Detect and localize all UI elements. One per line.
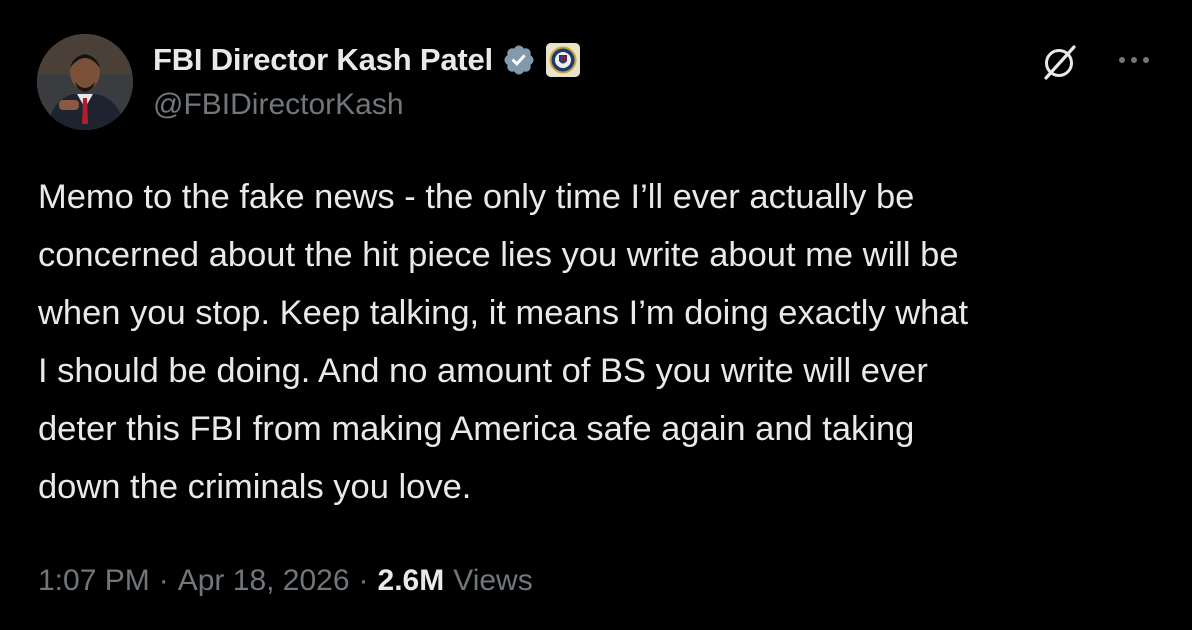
more-options-icon[interactable]: [1114, 52, 1154, 68]
tweet-card: FBI Director Kash Patel @FBIDirectorKash: [0, 0, 1192, 630]
views-count[interactable]: 2.6M: [378, 564, 445, 598]
verified-check-icon[interactable]: [502, 43, 536, 77]
meta-separator: ·: [158, 564, 169, 597]
avatar[interactable]: [37, 34, 133, 130]
meta-separator: ·: [358, 564, 369, 597]
avatar-photo-icon: [37, 34, 133, 130]
fbi-seal-icon[interactable]: [545, 43, 580, 77]
grok-icon[interactable]: [1040, 42, 1080, 82]
author-handle[interactable]: @FBIDirectorKash: [153, 88, 404, 122]
fbi-seal-graphic: [545, 43, 580, 77]
tweet-time[interactable]: 1:07 PM: [38, 564, 150, 598]
tweet-date[interactable]: Apr 18, 2026: [178, 564, 350, 598]
author-display-name[interactable]: FBI Director Kash Patel: [153, 42, 493, 78]
tweet-meta: 1:07 PM · Apr 18, 2026 · 2.6M Views: [38, 556, 533, 606]
tweet-text: Memo to the fake news - the only time I’…: [38, 178, 969, 506]
views-label: Views: [453, 564, 533, 597]
author-name-row: FBI Director Kash Patel: [153, 38, 580, 82]
